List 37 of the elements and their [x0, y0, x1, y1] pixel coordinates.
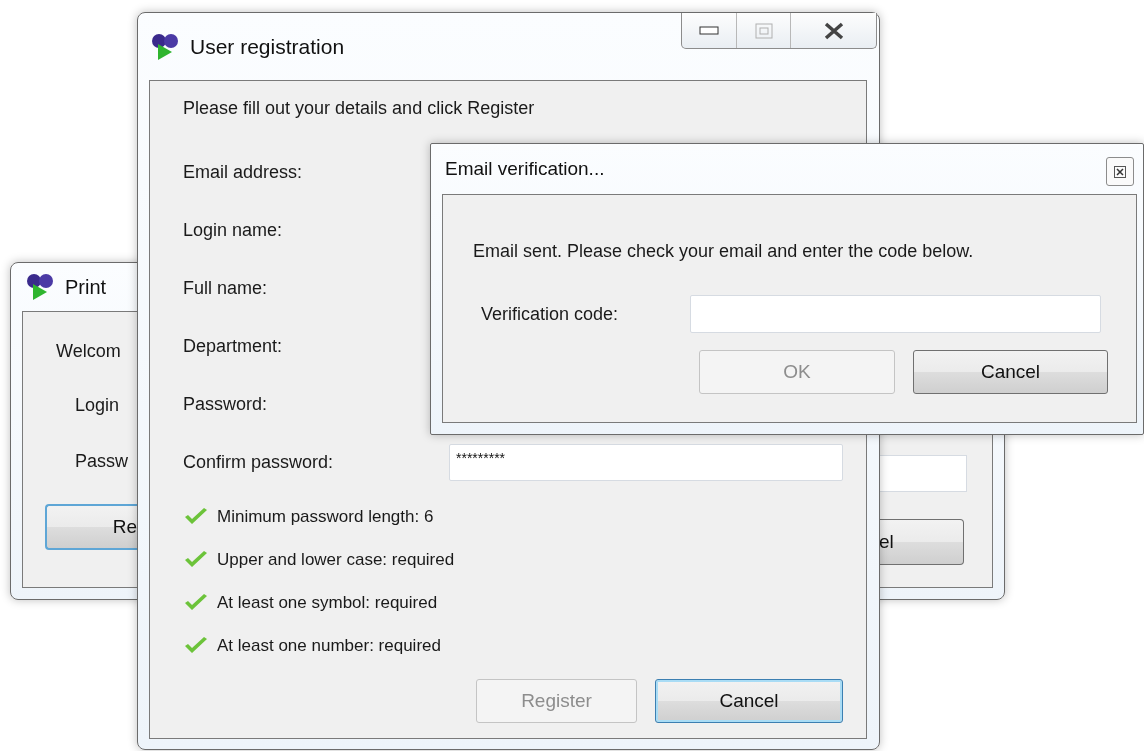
window-title: Print	[65, 275, 107, 299]
password-field[interactable]	[879, 455, 967, 492]
rule-text: At least one symbol: required	[217, 592, 439, 613]
field-label: Verification code:	[480, 303, 620, 325]
field-label: Department:	[183, 335, 284, 357]
verification-code-field[interactable]	[690, 295, 1101, 333]
field-label: Login name:	[183, 219, 284, 241]
message-text: Email sent. Please check your email and enter the code below.	[473, 240, 975, 262]
minimize-icon[interactable]	[699, 25, 719, 36]
dialog-title: Email verification...	[445, 158, 605, 180]
rule-text: Upper and lower case: required	[217, 549, 456, 570]
welcome-text: Welcom	[55, 340, 122, 362]
check-icon	[183, 549, 209, 570]
check-icon	[183, 635, 209, 656]
dialog-button[interactable]: Cancel	[913, 350, 1108, 394]
field-label: Full name:	[183, 277, 269, 299]
close-icon[interactable]	[822, 21, 845, 40]
maximize-icon[interactable]	[754, 22, 773, 39]
rule-text: At least one number: required	[217, 635, 442, 656]
close-button[interactable]	[1106, 157, 1134, 186]
instruction-text: Please fill out your details and click Register	[183, 97, 536, 119]
password-field[interactable]: *********	[449, 443, 843, 481]
field-label: Login	[75, 394, 121, 416]
app-logo-icon	[25, 272, 55, 302]
field-label: Passw	[75, 450, 129, 472]
covered-button[interactable]: el	[879, 519, 964, 565]
field-label: Email address:	[183, 161, 304, 183]
rule-text: Minimum password length: 6	[217, 506, 435, 527]
window-title: User registration	[190, 34, 345, 59]
covered-button[interactable]: Re	[45, 504, 137, 550]
check-icon	[183, 506, 209, 527]
close-icon[interactable]	[1114, 165, 1126, 178]
app-logo-icon	[150, 31, 180, 62]
check-icon	[183, 592, 209, 613]
field-label: Password:	[183, 393, 269, 415]
field-label: Confirm password:	[183, 451, 335, 473]
dialog-button[interactable]: Cancel	[655, 679, 843, 723]
